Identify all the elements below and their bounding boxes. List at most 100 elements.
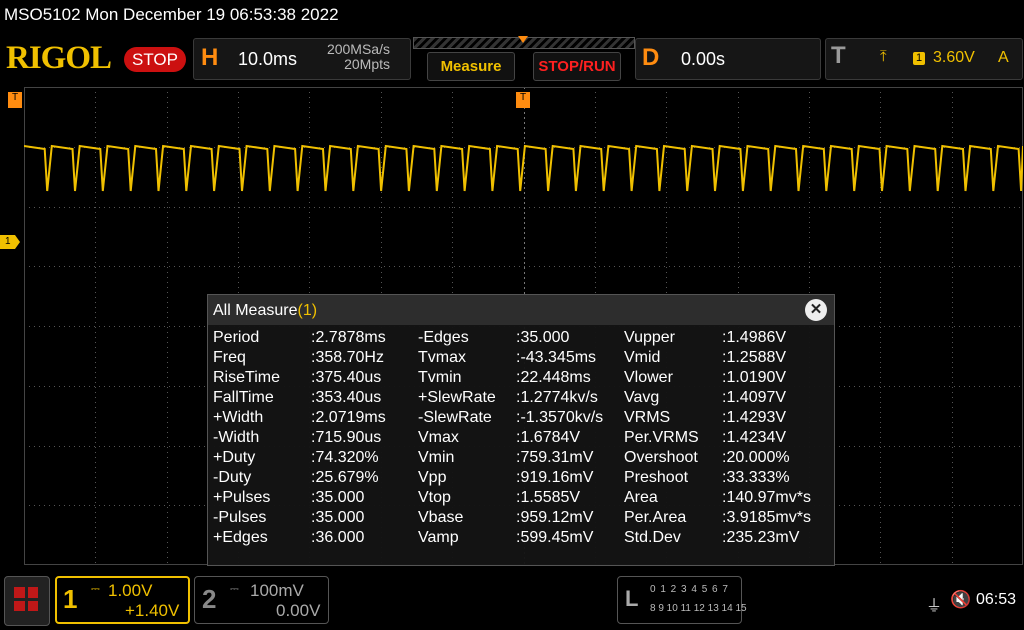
measure-value: :358.70Hz [311,349,384,366]
measure-value: :35.000 [311,509,365,526]
memory-depth: 20Mpts [344,56,390,72]
rising-edge-icon: ⤒ [880,48,887,65]
measure-label: RiseTime [213,369,280,386]
measure-label: Vtop [418,489,451,506]
measure-value: :20.000% [722,449,790,466]
logic-channels-high: 8 9 10 11 12 13 14 15 [650,603,747,614]
measure-label: -Duty [213,469,252,486]
measure-value: :1.6784V [516,429,581,446]
measure-value: :33.333% [722,469,790,486]
measure-value: :1.2588V [722,349,787,366]
measure-value: :235.23mV [722,529,800,546]
trigger-level: 3.60V [933,49,975,66]
measure-value: :36.000 [311,529,365,546]
measure-label: Vmax [418,429,459,446]
trigger-letter: T [831,42,846,69]
logic-letter: L [625,586,639,611]
window-title: MSO5102 Mon December 19 06:53:38 2022 [4,5,339,24]
timebase-value: 10.0ms [238,49,298,69]
sample-rate: 200MSa/s [326,41,390,57]
measure-label: Vmid [624,349,661,366]
measure-label: +SlewRate [418,389,496,406]
dc-coupling-icon: ⎓ [230,583,239,595]
channel1-scale: 1.00V [108,581,153,600]
measure-value: :1.4234V [722,429,787,446]
status-clock: 06:53 [976,591,1017,608]
trigger-top-marker[interactable]: T [516,92,530,108]
measure-label: Vlower [624,369,673,386]
delay-letter: D [642,44,660,71]
measure-value: :1.0190V [722,369,787,386]
measure-label: +Width [213,409,264,426]
measure-label: Period [213,329,260,346]
stop-run-button[interactable]: STOP/RUN [533,52,621,81]
measure-label: Per.VRMS [624,429,699,446]
measure-value: :1.5585V [516,489,581,506]
measure-value: :1.4097V [722,389,787,406]
trigger-source: 1 [913,52,925,65]
channel2-offset: 0.00V [276,601,321,620]
measure-value: :-43.345ms [516,349,597,366]
measure-label: Vavg [624,389,660,406]
measure-value: :375.40us [311,369,382,386]
measure-value: :1.2774kv/s [516,389,598,406]
panel-channel: (1) [297,302,318,319]
delay-value: 0.00s [681,49,726,69]
trigger-left-marker[interactable]: T [8,92,22,108]
measure-label: -Pulses [213,509,267,526]
speaker-mute-icon[interactable]: 🔇 [950,590,971,610]
measure-value: :35.000 [516,329,570,346]
sample-rate-info: 200MSa/s 20Mpts [318,42,390,72]
close-icon[interactable]: ✕ [805,299,827,321]
panel-title: All Measure(1) [213,302,317,320]
measure-label: Tvmin [418,369,462,386]
horizontal-letter: H [201,44,219,71]
usb-icon[interactable]: ⏚ [926,592,942,616]
measure-label: +Duty [213,449,256,466]
measure-label: -SlewRate [418,409,492,426]
channel1-waveform [24,144,1023,192]
all-measure-panel: All Measure(1) ✕ Period :2.7878ms Freq :358… [207,294,835,566]
menu-grid-icon [14,587,38,611]
measure-label: Freq [213,349,246,366]
measure-label: VRMS [624,409,671,426]
measure-label: Vupper [624,329,675,346]
measure-value: :22.448ms [516,369,591,386]
measure-value: :959.12mV [516,509,594,526]
measure-label: Vamp [418,529,459,546]
measure-label: Vbase [418,509,464,526]
measure-value: :759.31mV [516,449,594,466]
measure-label: +Pulses [213,489,271,506]
measure-label: Area [624,489,658,506]
measure-value: :1.4986V [722,329,787,346]
measure-value: :353.40us [311,389,382,406]
measure-label: Vmin [418,449,455,466]
channel1-number: 1 [63,584,78,614]
measure-value: :1.4293V [722,409,787,426]
measure-label: Vpp [418,469,447,486]
measure-value: :599.45mV [516,529,594,546]
measure-label: -Width [213,429,260,446]
measure-value: :25.679% [311,469,379,486]
run-state-badge[interactable]: STOP [124,47,186,72]
dc-coupling-icon: ⎓ [91,583,100,595]
measure-value: :2.7878ms [311,329,386,346]
channel2-scale: 100mV [250,581,304,600]
logic-channels-low: 0 1 2 3 4 5 6 7 [650,584,729,595]
delay-panel[interactable] [635,38,821,80]
measure-button[interactable]: Measure [427,52,515,81]
measure-value: :74.320% [311,449,379,466]
measure-value: :140.97mv*s [722,489,811,506]
channel1-offset: +1.40V [125,601,180,620]
measure-label: Tvmax [418,349,466,366]
measure-value: :35.000 [311,489,365,506]
measure-value: :3.9185mv*s [722,509,811,526]
panel-header: All Measure(1) ✕ [208,295,834,325]
measure-label: +Edges [213,529,268,546]
measure-label: Std.Dev [624,529,681,546]
measure-value: :919.16mV [516,469,594,486]
measure-label: Per.Area [624,509,687,526]
channel1-offset-marker[interactable]: 1 [0,235,20,249]
trigger-position-marker [518,36,528,43]
rigol-logo: RIGOL [6,40,112,76]
